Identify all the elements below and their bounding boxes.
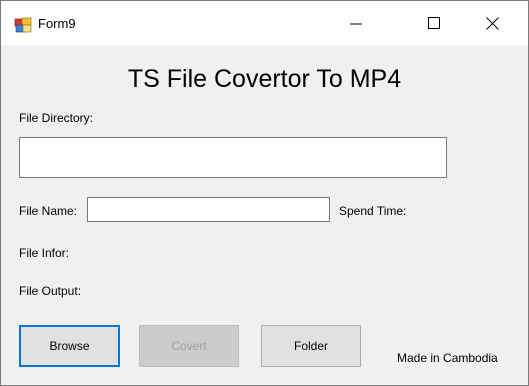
file-name-label: File Name: — [19, 204, 78, 218]
file-directory-field[interactable] — [19, 137, 447, 178]
form-window: Form9 TS File Covertor To MP4 File Direc… — [0, 0, 529, 386]
credit-label: Made in Cambodia — [397, 351, 498, 365]
minimize-icon — [350, 23, 362, 25]
winforms-app-icon — [14, 17, 32, 33]
minimize-button[interactable] — [327, 1, 385, 45]
file-directory-label: File Directory: — [19, 111, 94, 125]
folder-button[interactable]: Folder — [261, 325, 361, 367]
covert-button[interactable]: Covert — [139, 325, 239, 367]
file-infor-label: File Infor: — [19, 246, 70, 260]
spend-time-label: Spend Time: — [339, 204, 407, 218]
close-icon — [485, 16, 499, 30]
file-name-field[interactable] — [87, 197, 330, 222]
close-button[interactable] — [463, 1, 521, 45]
maximize-button[interactable] — [405, 1, 463, 45]
title-bar[interactable]: Form9 — [1, 1, 528, 45]
window-title: Form9 — [38, 16, 76, 31]
page-title: TS File Covertor To MP4 — [127, 65, 402, 93]
file-output-label: File Output: — [19, 284, 82, 298]
browse-button[interactable]: Browse — [19, 325, 120, 367]
maximize-icon — [428, 17, 440, 29]
